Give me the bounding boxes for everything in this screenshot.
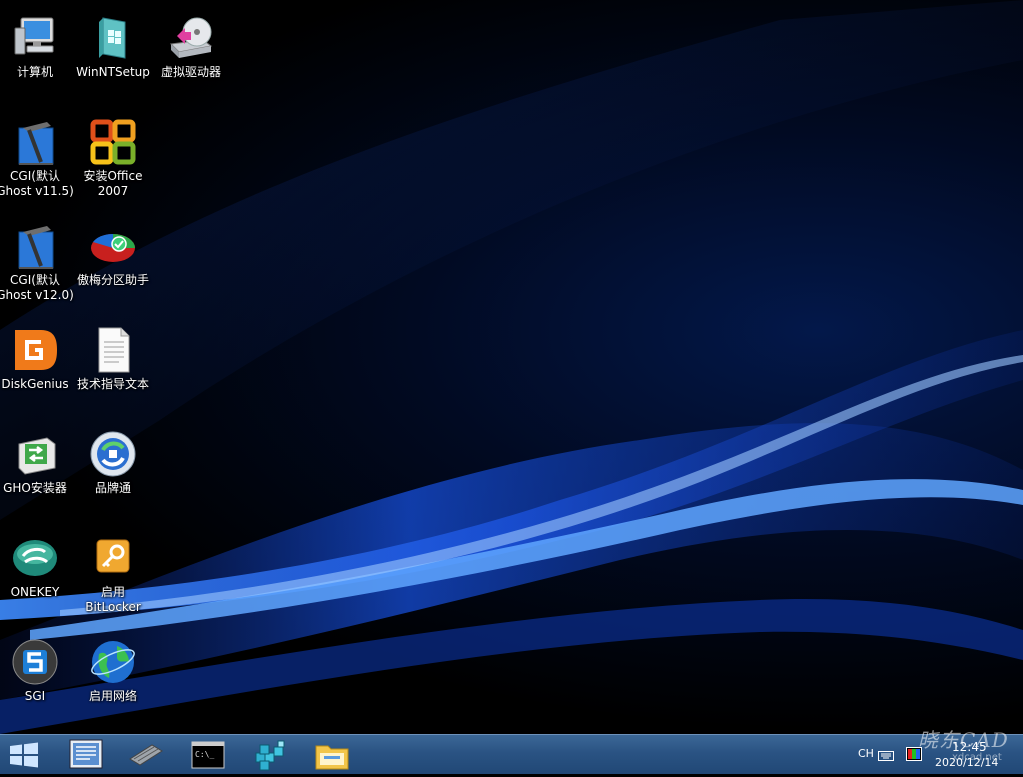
- icon-label: CGI(默认 Ghost v11.5): [0, 169, 74, 198]
- icon-label: SGI: [24, 689, 46, 703]
- icon-label: 安装Office 2007: [83, 169, 143, 198]
- icon-label: 启用 BitLocker: [85, 585, 141, 614]
- icon-label: 技术指导文本: [76, 377, 149, 391]
- taskbar-registry-tool[interactable]: [244, 737, 296, 773]
- desktop-icon-cgi-ghost-12[interactable]: CGI(默认 Ghost v12.0): [0, 222, 74, 303]
- onekey-icon: [13, 540, 57, 576]
- cgi-ghost-icon: [18, 122, 54, 165]
- desktop-icon-brand-tool[interactable]: 品牌通: [74, 430, 152, 496]
- taskbar-command-prompt[interactable]: C:\_: [182, 737, 234, 773]
- start-button[interactable]: [0, 737, 52, 773]
- network-globe-icon: [91, 641, 135, 683]
- watermark-logo: 晓东CAD: [918, 728, 1009, 752]
- desktop-icon-enable-network[interactable]: 启用网络: [74, 638, 152, 704]
- screen-keyboard-icon: [69, 739, 103, 769]
- text-document-icon: [98, 327, 130, 373]
- desktop-icon-computer[interactable]: 计算机: [0, 14, 74, 80]
- taskbar-screen-keyboard[interactable]: [60, 737, 112, 773]
- computer-icon: [14, 17, 54, 55]
- desktop-icon-diskgenius[interactable]: DiskGenius: [0, 326, 74, 392]
- desktop-icon-gho-installer[interactable]: GHO安装器: [0, 430, 74, 496]
- desktop-icon-winntsetup[interactable]: WinNTSetup: [74, 14, 152, 80]
- sgi-icon: [12, 639, 58, 685]
- diskgenius-icon: [15, 330, 57, 370]
- desktop: 计算机 CGI(默认 Ghost v11.5) CGI(默认 Ghost v12…: [0, 0, 1023, 734]
- wallpaper-waves: [0, 0, 1023, 734]
- windows-start-icon: [10, 742, 38, 768]
- icon-label: 计算机: [16, 65, 53, 79]
- memory-chip-icon: [129, 744, 163, 766]
- tray-keyboard[interactable]: [878, 747, 894, 761]
- icon-label: 傲梅分区助手: [76, 273, 149, 287]
- desktop-icon-cgi-ghost-11[interactable]: CGI(默认 Ghost v11.5): [0, 118, 74, 199]
- desktop-icon-bitlocker[interactable]: 启用 BitLocker: [74, 534, 152, 615]
- taskbar-memory-tool[interactable]: [120, 737, 172, 773]
- cmd-prompt-text: C:\_: [195, 750, 214, 759]
- bitlocker-key-icon: [96, 539, 130, 573]
- office-icon: [90, 119, 136, 165]
- file-explorer-icon: [315, 745, 349, 770]
- desktop-icon-onekey[interactable]: ONEKEY: [0, 534, 74, 600]
- keyboard-icon: [878, 751, 894, 761]
- desktop-icon-tech-guide-text[interactable]: 技术指导文本: [74, 326, 152, 392]
- virtual-drive-icon: [169, 17, 213, 58]
- icon-label: GHO安装器: [3, 481, 67, 495]
- desktop-icon-office-2007[interactable]: 安装Office 2007: [74, 118, 152, 199]
- icon-label: WinNTSetup: [76, 65, 150, 79]
- desktop-icon-partition-assistant[interactable]: 傲梅分区助手: [74, 222, 152, 288]
- command-prompt-icon: C:\_: [191, 741, 225, 769]
- icon-label: DiskGenius: [1, 377, 69, 391]
- icon-label: 品牌通: [94, 481, 131, 495]
- registry-cubes-icon: [255, 740, 285, 771]
- partition-assistant-icon: [91, 233, 135, 262]
- desktop-icon-virtual-drive[interactable]: 虚拟驱动器: [152, 14, 230, 80]
- watermark-url: xdcad.net: [952, 752, 1002, 763]
- icon-label: ONEKEY: [10, 585, 60, 599]
- winntsetup-icon: [99, 17, 126, 59]
- brand-tool-icon: [90, 431, 136, 477]
- language-indicator[interactable]: CH: [858, 747, 874, 760]
- icon-label: 虚拟驱动器: [160, 65, 221, 79]
- cgi-ghost-icon: [18, 226, 54, 269]
- gho-installer-icon: [18, 437, 56, 475]
- desktop-icon-sgi[interactable]: SGI: [0, 638, 74, 704]
- taskbar: C:\_ CH 12:45 2020/12/14: [0, 734, 1023, 774]
- taskbar-file-explorer[interactable]: [306, 737, 358, 773]
- icon-label: CGI(默认 Ghost v12.0): [0, 273, 74, 302]
- icon-label: 启用网络: [88, 689, 137, 703]
